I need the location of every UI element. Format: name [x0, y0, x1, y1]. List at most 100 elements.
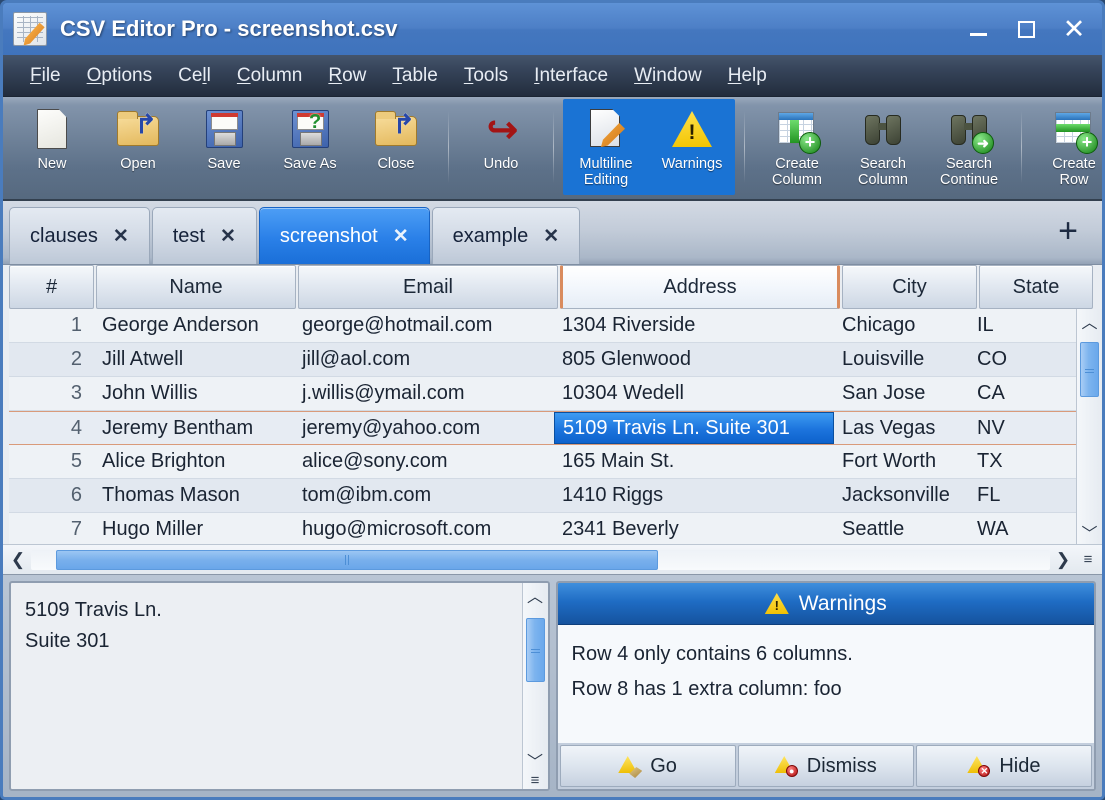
- cell-email[interactable]: jill@aol.com: [294, 348, 554, 371]
- scroll-left-icon[interactable]: ❮: [5, 550, 31, 570]
- cell-email[interactable]: alice@sony.com: [294, 450, 554, 473]
- toolbar-save-button[interactable]: Save: [181, 99, 267, 195]
- table-row[interactable]: 6 Thomas Mason tom@ibm.com 1410 Riggs Jackso…: [9, 479, 1076, 513]
- cell-num[interactable]: 2: [9, 348, 94, 371]
- cell-address[interactable]: 1410 Riggs: [554, 484, 834, 507]
- multiline-cell-editor[interactable]: 5109 Travis Ln. Suite 301: [11, 583, 522, 789]
- toolbar-create-column-button[interactable]: + Create Column: [754, 99, 840, 195]
- cell-address[interactable]: 10304 Wedell: [554, 382, 834, 405]
- cell-city[interactable]: Jacksonville: [834, 484, 969, 507]
- table-row[interactable]: 4 Jeremy Bentham jeremy@yahoo.com 5109 Trav…: [9, 411, 1076, 445]
- vscroll-thumb[interactable]: [1080, 342, 1099, 397]
- tab-close-icon[interactable]: ✕: [113, 227, 129, 246]
- toolbar-undo-button[interactable]: ↩ Undo: [458, 99, 544, 195]
- toolbar-warnings-button[interactable]: Warnings: [649, 99, 735, 195]
- add-tab-button[interactable]: +: [1040, 207, 1096, 264]
- menu-cell[interactable]: Cell: [165, 62, 224, 90]
- cell-city[interactable]: Louisville: [834, 348, 969, 371]
- column-header-email[interactable]: Email: [298, 265, 558, 309]
- cell-name[interactable]: Alice Brighton: [94, 450, 294, 473]
- cell-name[interactable]: John Willis: [94, 382, 294, 405]
- column-header-rownum[interactable]: #: [9, 265, 94, 309]
- toolbar-open-button[interactable]: ↱ Open: [95, 99, 181, 195]
- cell-email[interactable]: j.willis@ymail.com: [294, 382, 554, 405]
- cell-state[interactable]: WA: [969, 518, 1076, 541]
- toolbar-multiline-editing-button[interactable]: Multiline Editing: [563, 99, 649, 195]
- toolbar-new-button[interactable]: New: [9, 99, 95, 195]
- hscroll-track[interactable]: [31, 549, 1050, 570]
- cell-num[interactable]: 6: [9, 484, 94, 507]
- cell-address[interactable]: 5109 Travis Ln. Suite 301: [554, 412, 834, 444]
- cell-city[interactable]: Chicago: [834, 314, 969, 337]
- tab-screenshot[interactable]: screenshot ✕: [258, 207, 430, 264]
- scroll-right-icon[interactable]: ❯: [1050, 550, 1076, 570]
- tab-example[interactable]: example ✕: [431, 207, 581, 264]
- cell-email[interactable]: tom@ibm.com: [294, 484, 554, 507]
- cell-num[interactable]: 7: [9, 518, 94, 541]
- cell-name[interactable]: Hugo Miller: [94, 518, 294, 541]
- cell-address[interactable]: 165 Main St.: [554, 450, 834, 473]
- cell-state[interactable]: CO: [969, 348, 1076, 371]
- warnings-hide-button[interactable]: ✕ Hide: [915, 745, 1093, 787]
- tab-close-icon[interactable]: ✕: [543, 227, 559, 246]
- column-header-name[interactable]: Name: [96, 265, 296, 309]
- close-button[interactable]: ✕: [1052, 10, 1096, 48]
- cell-city[interactable]: Las Vegas: [834, 417, 969, 440]
- menu-options[interactable]: Options: [74, 62, 165, 90]
- resize-grip-icon[interactable]: ≡: [523, 772, 547, 789]
- vscroll-thumb[interactable]: [525, 618, 545, 682]
- table-row[interactable]: 3 John Willis j.willis@ymail.com 10304 Wede…: [9, 377, 1076, 411]
- menu-file[interactable]: File: [17, 62, 74, 90]
- scroll-up-icon[interactable]: ︿: [1081, 309, 1097, 333]
- toolbar-create-row-button[interactable]: + Create Row: [1031, 99, 1102, 195]
- cell-email[interactable]: george@hotmail.com: [294, 314, 554, 337]
- cell-num[interactable]: 1: [9, 314, 94, 337]
- menu-column[interactable]: Column: [224, 62, 315, 90]
- column-header-city[interactable]: City: [842, 265, 977, 309]
- toolbar-save-as-button[interactable]: ? Save As: [267, 99, 353, 195]
- menu-interface[interactable]: Interface: [521, 62, 621, 90]
- cell-city[interactable]: Fort Worth: [834, 450, 969, 473]
- cell-name[interactable]: Jeremy Bentham: [94, 417, 294, 440]
- cell-city[interactable]: Seattle: [834, 518, 969, 541]
- cell-num[interactable]: 5: [9, 450, 94, 473]
- table-vertical-scrollbar[interactable]: ︿ ﹀: [1076, 309, 1102, 544]
- table-row[interactable]: 1 George Anderson george@hotmail.com 1304 R…: [9, 309, 1076, 343]
- table-row[interactable]: 5 Alice Brighton alice@sony.com 165 Main St…: [9, 445, 1076, 479]
- maximize-button[interactable]: [1004, 10, 1048, 48]
- menu-window[interactable]: Window: [621, 62, 715, 90]
- scroll-up-icon[interactable]: ︿: [527, 583, 543, 607]
- hscroll-thumb[interactable]: [56, 549, 658, 570]
- resize-grip-icon[interactable]: ≡: [1076, 551, 1100, 568]
- minimize-button[interactable]: [956, 10, 1000, 48]
- scroll-down-icon[interactable]: ﹀: [527, 748, 543, 772]
- cell-num[interactable]: 4: [9, 417, 94, 440]
- table-row[interactable]: 7 Hugo Miller hugo@microsoft.com 2341 Bever…: [9, 513, 1076, 544]
- tab-close-icon[interactable]: ✕: [393, 227, 409, 246]
- cell-num[interactable]: 3: [9, 382, 94, 405]
- editor-vertical-scrollbar[interactable]: ︿ ﹀ ≡: [521, 583, 548, 789]
- warning-message[interactable]: Row 4 only contains 6 columns.: [572, 637, 1081, 672]
- cell-address[interactable]: 2341 Beverly: [554, 518, 834, 541]
- menu-row[interactable]: Row: [315, 62, 379, 90]
- cell-address[interactable]: 805 Glenwood: [554, 348, 834, 371]
- vscroll-track[interactable]: [1077, 333, 1102, 520]
- warnings-go-button[interactable]: Go: [559, 745, 736, 787]
- menu-table[interactable]: Table: [379, 62, 450, 90]
- table-row[interactable]: 2 Jill Atwell jill@aol.com 805 Glenwood Loui…: [9, 343, 1076, 377]
- vscroll-track[interactable]: [523, 607, 548, 748]
- toolbar-close-button[interactable]: ↱ Close: [353, 99, 439, 195]
- toolbar-search-column-button[interactable]: Search Column: [840, 99, 926, 195]
- menu-help[interactable]: Help: [715, 62, 780, 90]
- scroll-down-icon[interactable]: ﹀: [1081, 520, 1097, 544]
- cell-state[interactable]: IL: [969, 314, 1076, 337]
- tab-close-icon[interactable]: ✕: [220, 227, 236, 246]
- table-horizontal-scrollbar[interactable]: ❮ ❯ ≡: [3, 544, 1102, 574]
- cell-state[interactable]: NV: [969, 417, 1076, 440]
- tab-clauses[interactable]: clauses ✕: [9, 207, 150, 264]
- cell-name[interactable]: George Anderson: [94, 314, 294, 337]
- tab-test[interactable]: test ✕: [151, 207, 257, 264]
- cell-address[interactable]: 1304 Riverside: [554, 314, 834, 337]
- cell-state[interactable]: TX: [969, 450, 1076, 473]
- warnings-dismiss-button[interactable]: ● Dismiss: [737, 745, 914, 787]
